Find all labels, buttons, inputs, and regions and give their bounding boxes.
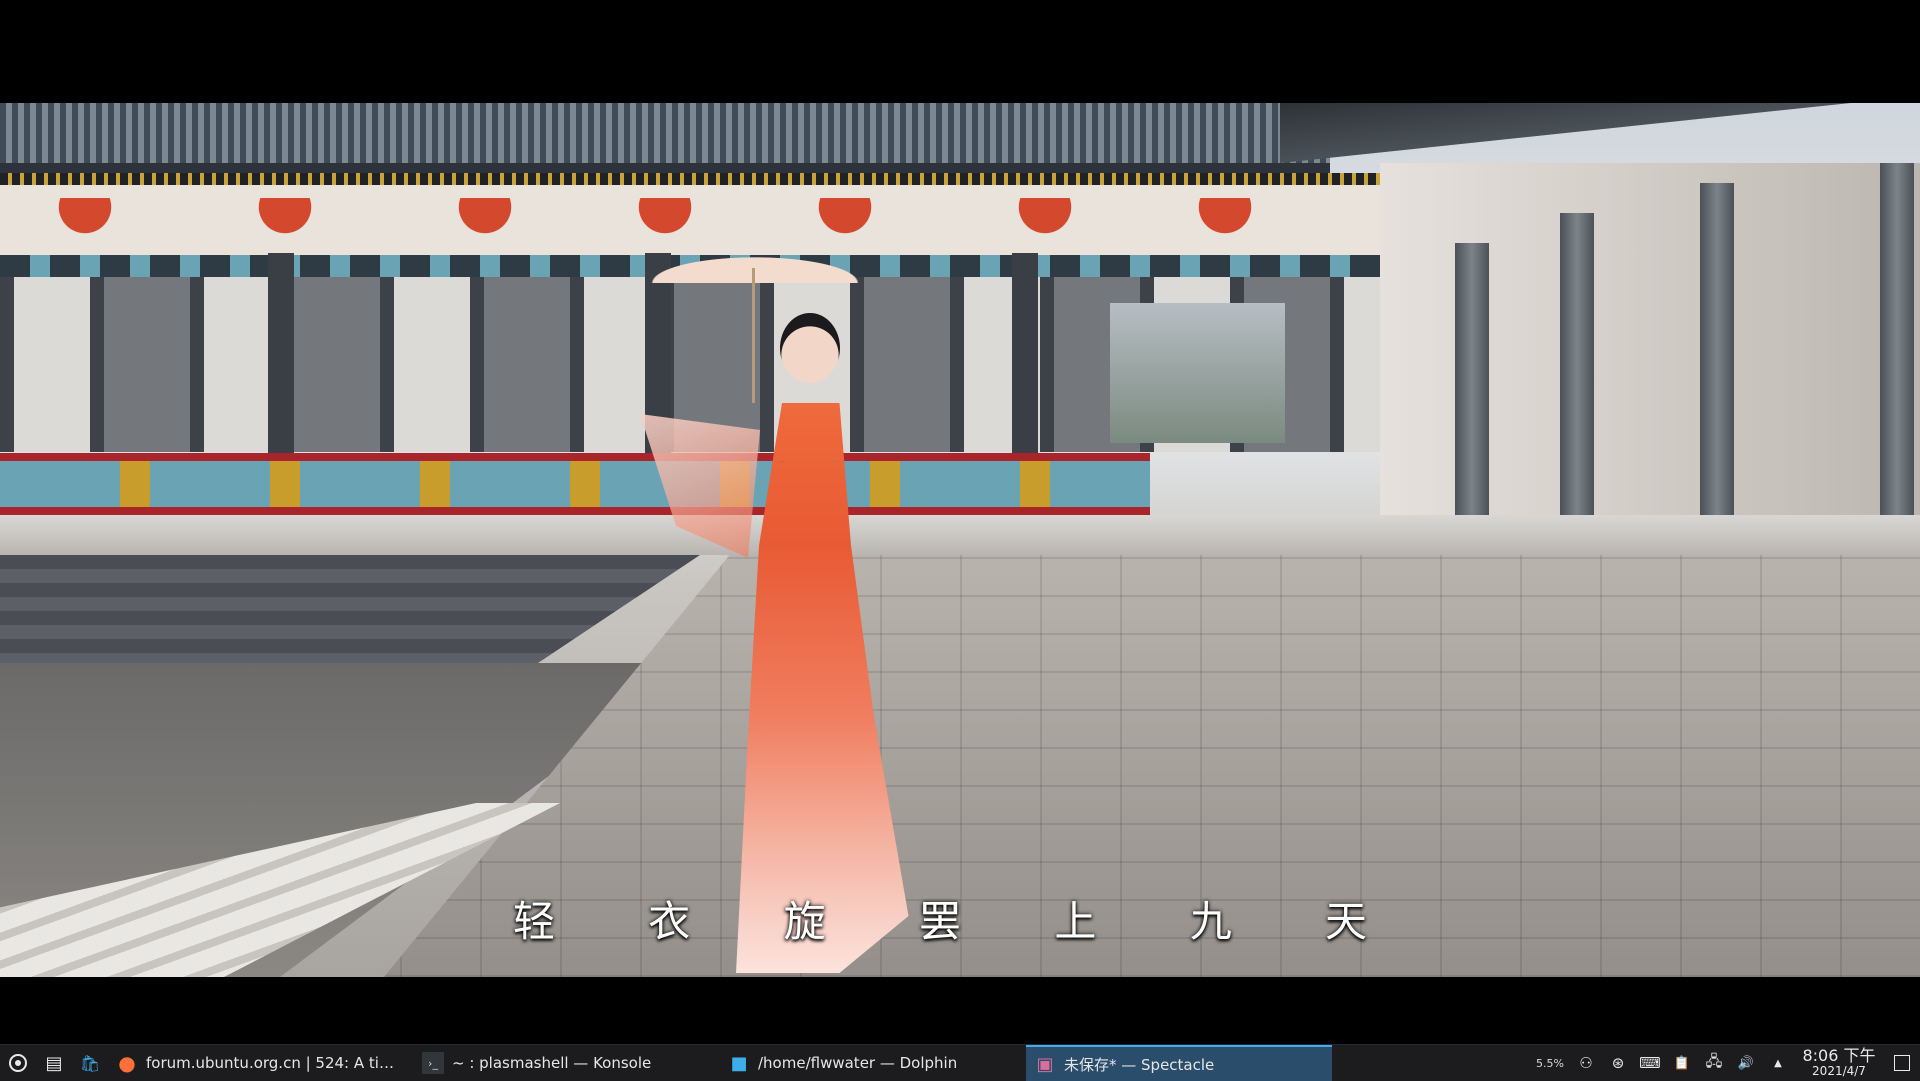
kdeconnect-icon[interactable]: ⚇ <box>1570 1045 1602 1081</box>
bracket <box>40 198 130 243</box>
paper-umbrella <box>635 253 875 283</box>
pager-icon[interactable]: ▤ <box>36 1045 72 1081</box>
palace-courtyard-scene <box>0 103 1920 977</box>
dolphin-folder-icon: ■ <box>730 1052 748 1074</box>
network-icon[interactable]: 🖧 <box>1698 1045 1730 1081</box>
digital-clock[interactable]: 8:06 下午 2021/4/7 <box>1794 1045 1884 1081</box>
spectacle-icon: ▣ <box>1036 1053 1054 1075</box>
bracket <box>1000 198 1090 243</box>
keyboard-icon[interactable]: ⌨ <box>1634 1045 1666 1081</box>
umbrella-pole <box>752 268 755 403</box>
dancer-head <box>780 313 840 383</box>
system-tray: 5.5% ⚇ ⊛ ⌨ 📋 🖧 🔊 ▲ 8:06 下午 2021/4/7 <box>1530 1045 1920 1081</box>
task-konsole[interactable]: ›_ ~ : plasmashell — Konsole <box>414 1045 720 1081</box>
roof-tiles <box>0 103 1330 173</box>
show-desktop-icon[interactable] <box>1884 1045 1920 1081</box>
video-player-frame[interactable]: 轻 衣 旋 罢 上 九 天 <box>0 103 1920 977</box>
task-firefox[interactable]: ● forum.ubuntu.org.cn | 524: A timeo... <box>108 1045 414 1081</box>
bracket <box>440 198 530 243</box>
taskbar: ▤ 🛍 ● forum.ubuntu.org.cn | 524: A timeo… <box>0 1044 1920 1081</box>
column <box>1700 183 1734 553</box>
task-label: ~ : plasmashell — Konsole <box>452 1054 652 1072</box>
bracket <box>1180 198 1270 243</box>
accessibility-icon[interactable]: ⊛ <box>1602 1045 1634 1081</box>
konsole-icon: ›_ <box>422 1052 444 1074</box>
task-label: forum.ubuntu.org.cn | 524: A timeo... <box>146 1054 406 1072</box>
task-dolphin[interactable]: ■ /home/flwwater — Dolphin <box>720 1045 1026 1081</box>
video-subtitle: 轻 衣 旋 罢 上 九 天 <box>512 897 1408 946</box>
roof-eave <box>0 173 1400 185</box>
bracket <box>800 198 890 243</box>
volume-icon[interactable]: 🔊 <box>1730 1045 1762 1081</box>
tray-expand-arrow-icon[interactable]: ▲ <box>1762 1045 1794 1081</box>
firefox-icon: ● <box>118 1051 136 1075</box>
task-spectacle[interactable]: ▣ 未保存* — Spectacle <box>1026 1045 1332 1081</box>
roof-eave-right <box>1280 103 1920 163</box>
bracket <box>620 198 710 243</box>
clock-date: 2021/4/7 <box>1812 1064 1866 1079</box>
doorway <box>1110 303 1285 443</box>
store-bag-icon[interactable]: 🛍 <box>72 1045 108 1081</box>
task-label: 未保存* — Spectacle <box>1064 1055 1215 1074</box>
clipboard-icon[interactable]: 📋 <box>1666 1045 1698 1081</box>
clock-time: 8:06 下午 <box>1802 1046 1876 1066</box>
task-label: /home/flwwater — Dolphin <box>758 1054 958 1072</box>
cpu-load-monitor[interactable]: 5.5% <box>1530 1045 1570 1081</box>
column <box>1560 213 1594 553</box>
bracket <box>240 198 330 243</box>
terrace <box>0 515 1920 555</box>
railing <box>0 453 1150 515</box>
kde-application-launcher-icon[interactable] <box>0 1045 36 1081</box>
